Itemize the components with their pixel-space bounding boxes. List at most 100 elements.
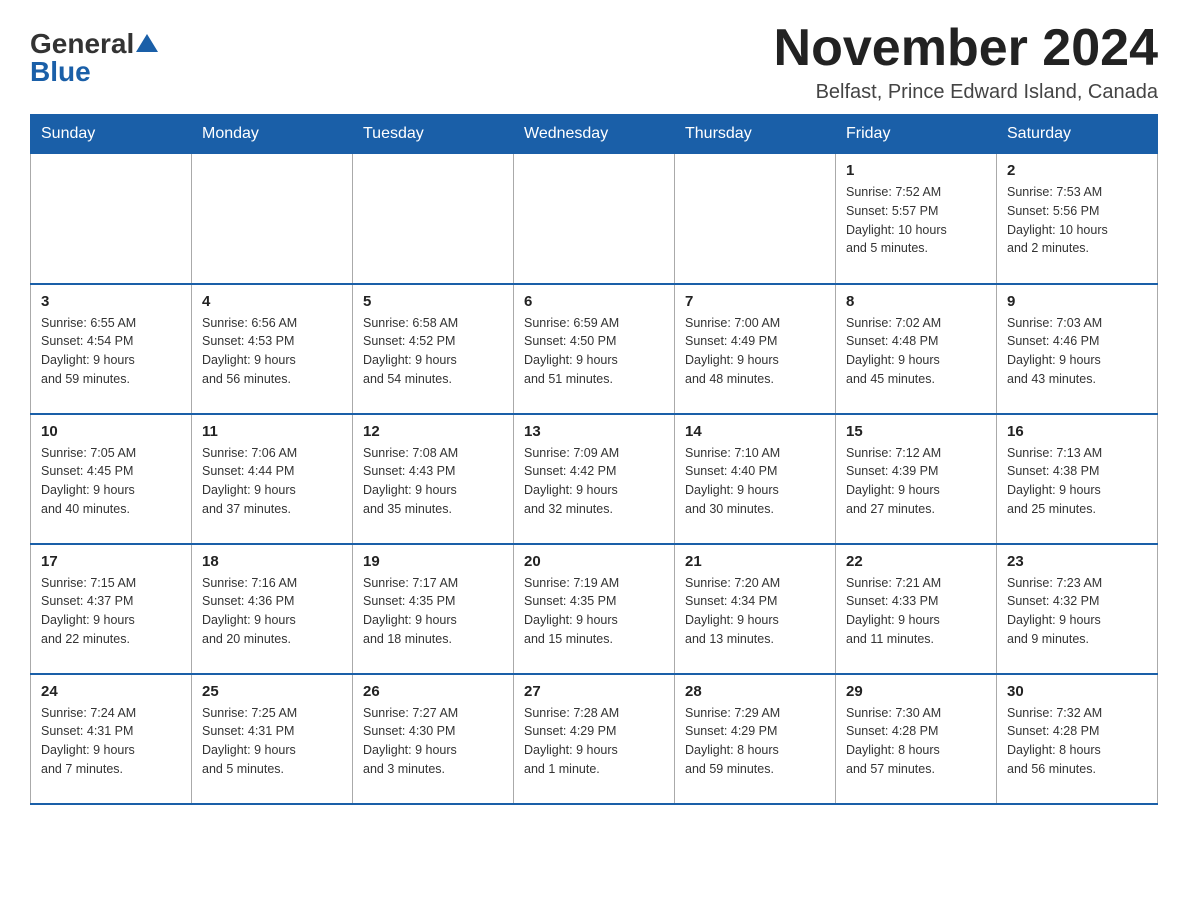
weekday-header-saturday: Saturday [997,115,1158,154]
day-number: 11 [202,423,342,440]
logo-blue: Blue [30,58,91,86]
day-number: 2 [1007,162,1147,179]
calendar-cell [192,154,353,284]
day-number: 3 [41,293,181,310]
day-info: Sunrise: 7:52 AM Sunset: 5:57 PM Dayligh… [846,183,986,258]
calendar-cell [353,154,514,284]
calendar-cell: 30 Sunrise: 7:32 AM Sunset: 4:28 PM Dayli… [997,674,1158,804]
day-info: Sunrise: 7:30 AM Sunset: 4:28 PM Dayligh… [846,704,986,779]
logo: General Blue [30,30,158,86]
calendar-cell: 17 Sunrise: 7:15 AM Sunset: 4:37 PM Dayli… [31,544,192,674]
weekday-header-monday: Monday [192,115,353,154]
calendar-cell: 29 Sunrise: 7:30 AM Sunset: 4:28 PM Dayli… [836,674,997,804]
weekday-header-thursday: Thursday [675,115,836,154]
day-number: 29 [846,683,986,700]
weekday-header-sunday: Sunday [31,115,192,154]
day-info: Sunrise: 7:29 AM Sunset: 4:29 PM Dayligh… [685,704,825,779]
day-number: 14 [685,423,825,440]
day-info: Sunrise: 7:09 AM Sunset: 4:42 PM Dayligh… [524,444,664,519]
day-number: 12 [363,423,503,440]
weekday-header-tuesday: Tuesday [353,115,514,154]
day-number: 25 [202,683,342,700]
day-number: 9 [1007,293,1147,310]
day-number: 13 [524,423,664,440]
calendar-cell: 23 Sunrise: 7:23 AM Sunset: 4:32 PM Dayli… [997,544,1158,674]
calendar-cell: 28 Sunrise: 7:29 AM Sunset: 4:29 PM Dayli… [675,674,836,804]
day-info: Sunrise: 6:58 AM Sunset: 4:52 PM Dayligh… [363,314,503,389]
calendar-cell: 11 Sunrise: 7:06 AM Sunset: 4:44 PM Dayli… [192,414,353,544]
calendar-cell: 7Sunrise: 7:00 AM Sunset: 4:49 PM Daylig… [675,284,836,414]
weekday-header-friday: Friday [836,115,997,154]
calendar-table: SundayMondayTuesdayWednesdayThursdayFrid… [30,114,1158,805]
calendar-week-row: 24 Sunrise: 7:24 AM Sunset: 4:31 PM Dayli… [31,674,1158,804]
logo-general: General [30,30,134,58]
calendar-cell: 9Sunrise: 7:03 AM Sunset: 4:46 PM Daylig… [997,284,1158,414]
day-number: 30 [1007,683,1147,700]
title-area: November 2024 Belfast, Prince Edward Isl… [774,20,1158,104]
day-info: Sunrise: 7:10 AM Sunset: 4:40 PM Dayligh… [685,444,825,519]
month-title: November 2024 [774,20,1158,77]
calendar-week-row: 17 Sunrise: 7:15 AM Sunset: 4:37 PM Dayli… [31,544,1158,674]
day-number: 26 [363,683,503,700]
day-info: Sunrise: 7:28 AM Sunset: 4:29 PM Dayligh… [524,704,664,779]
calendar-cell: 2 Sunrise: 7:53 AM Sunset: 5:56 PM Daylig… [997,154,1158,284]
day-number: 6 [524,293,664,310]
calendar-header-row: SundayMondayTuesdayWednesdayThursdayFrid… [31,115,1158,154]
day-info: Sunrise: 7:17 AM Sunset: 4:35 PM Dayligh… [363,574,503,649]
calendar-cell: 12Sunrise: 7:08 AM Sunset: 4:43 PM Dayli… [353,414,514,544]
calendar-cell: 15 Sunrise: 7:12 AM Sunset: 4:39 PM Dayli… [836,414,997,544]
location: Belfast, Prince Edward Island, Canada [774,81,1158,104]
calendar-cell: 3 Sunrise: 6:55 AM Sunset: 4:54 PM Daylig… [31,284,192,414]
day-info: Sunrise: 7:13 AM Sunset: 4:38 PM Dayligh… [1007,444,1147,519]
day-number: 1 [846,162,986,179]
day-number: 10 [41,423,181,440]
day-info: Sunrise: 6:55 AM Sunset: 4:54 PM Dayligh… [41,314,181,389]
day-info: Sunrise: 7:21 AM Sunset: 4:33 PM Dayligh… [846,574,986,649]
calendar-week-row: 10 Sunrise: 7:05 AM Sunset: 4:45 PM Dayli… [31,414,1158,544]
day-info: Sunrise: 7:32 AM Sunset: 4:28 PM Dayligh… [1007,704,1147,779]
calendar-cell: 16Sunrise: 7:13 AM Sunset: 4:38 PM Dayli… [997,414,1158,544]
day-info: Sunrise: 7:20 AM Sunset: 4:34 PM Dayligh… [685,574,825,649]
calendar-cell: 14 Sunrise: 7:10 AM Sunset: 4:40 PM Dayli… [675,414,836,544]
day-number: 28 [685,683,825,700]
calendar-cell: 21 Sunrise: 7:20 AM Sunset: 4:34 PM Dayli… [675,544,836,674]
day-number: 23 [1007,553,1147,570]
calendar-cell: 4Sunrise: 6:56 AM Sunset: 4:53 PM Daylig… [192,284,353,414]
day-number: 15 [846,423,986,440]
day-info: Sunrise: 6:56 AM Sunset: 4:53 PM Dayligh… [202,314,342,389]
calendar-cell: 20 Sunrise: 7:19 AM Sunset: 4:35 PM Dayli… [514,544,675,674]
day-number: 24 [41,683,181,700]
day-info: Sunrise: 7:05 AM Sunset: 4:45 PM Dayligh… [41,444,181,519]
calendar-cell: 13 Sunrise: 7:09 AM Sunset: 4:42 PM Dayli… [514,414,675,544]
day-number: 5 [363,293,503,310]
day-info: Sunrise: 7:06 AM Sunset: 4:44 PM Dayligh… [202,444,342,519]
day-info: Sunrise: 7:25 AM Sunset: 4:31 PM Dayligh… [202,704,342,779]
day-info: Sunrise: 7:24 AM Sunset: 4:31 PM Dayligh… [41,704,181,779]
day-number: 21 [685,553,825,570]
weekday-header-wednesday: Wednesday [514,115,675,154]
logo-icon [136,32,158,54]
calendar-cell: 19 Sunrise: 7:17 AM Sunset: 4:35 PM Dayli… [353,544,514,674]
day-number: 7 [685,293,825,310]
day-info: Sunrise: 6:59 AM Sunset: 4:50 PM Dayligh… [524,314,664,389]
day-info: Sunrise: 7:02 AM Sunset: 4:48 PM Dayligh… [846,314,986,389]
day-number: 8 [846,293,986,310]
calendar-cell: 6 Sunrise: 6:59 AM Sunset: 4:50 PM Daylig… [514,284,675,414]
day-number: 18 [202,553,342,570]
calendar-cell: 26Sunrise: 7:27 AM Sunset: 4:30 PM Dayli… [353,674,514,804]
day-info: Sunrise: 7:19 AM Sunset: 4:35 PM Dayligh… [524,574,664,649]
calendar-cell: 18Sunrise: 7:16 AM Sunset: 4:36 PM Dayli… [192,544,353,674]
day-info: Sunrise: 7:23 AM Sunset: 4:32 PM Dayligh… [1007,574,1147,649]
calendar-cell: 27 Sunrise: 7:28 AM Sunset: 4:29 PM Dayli… [514,674,675,804]
calendar-cell: 8 Sunrise: 7:02 AM Sunset: 4:48 PM Daylig… [836,284,997,414]
day-number: 20 [524,553,664,570]
calendar-week-row: 1 Sunrise: 7:52 AM Sunset: 5:57 PM Daylig… [31,154,1158,284]
day-info: Sunrise: 7:12 AM Sunset: 4:39 PM Dayligh… [846,444,986,519]
day-info: Sunrise: 7:53 AM Sunset: 5:56 PM Dayligh… [1007,183,1147,258]
day-number: 19 [363,553,503,570]
calendar-cell: 10 Sunrise: 7:05 AM Sunset: 4:45 PM Dayli… [31,414,192,544]
day-number: 17 [41,553,181,570]
calendar-cell [514,154,675,284]
day-number: 27 [524,683,664,700]
day-info: Sunrise: 7:15 AM Sunset: 4:37 PM Dayligh… [41,574,181,649]
